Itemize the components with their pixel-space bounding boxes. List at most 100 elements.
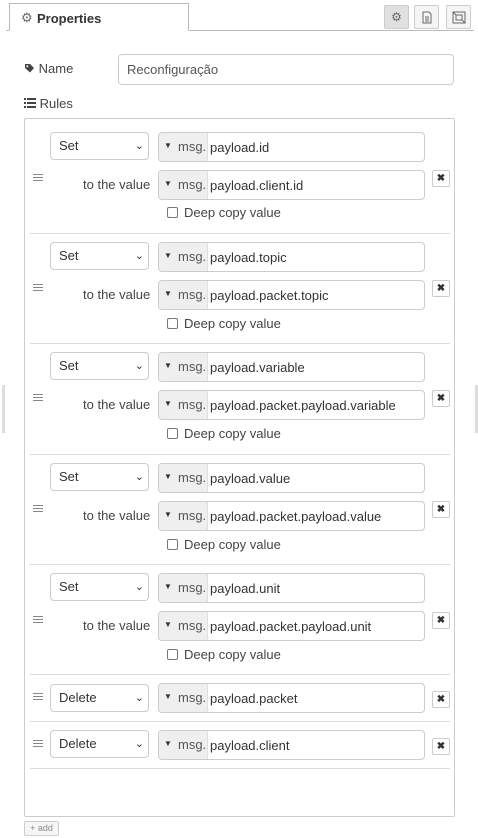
close-icon: ✖ — [436, 694, 446, 705]
deep-copy-label: Deep copy value — [184, 205, 281, 220]
drag-handle-icon[interactable] — [33, 394, 43, 403]
value-type-selector[interactable]: ▼ msg. — [159, 502, 208, 530]
deep-copy-option[interactable]: Deep copy value — [167, 647, 281, 662]
deep-copy-option[interactable]: Deep copy value — [167, 205, 281, 220]
deep-copy-checkbox[interactable] — [167, 649, 178, 660]
property-type-selector[interactable]: ▼ msg. — [159, 133, 208, 161]
deep-copy-label: Deep copy value — [184, 316, 281, 331]
remove-rule-button[interactable]: ✖ — [432, 691, 450, 708]
rule-action-select[interactable]: Set ⌄ — [50, 352, 149, 380]
chevron-down-icon: ⌄ — [134, 471, 144, 483]
node-description-button[interactable] — [414, 5, 439, 29]
close-icon: ✖ — [436, 741, 446, 752]
rule-action-value: Set — [59, 248, 79, 263]
drag-handle-icon[interactable] — [33, 505, 43, 514]
rule-action-select[interactable]: Delete ⌄ — [50, 684, 149, 712]
value-text: payload.packet.payload.unit — [210, 619, 372, 634]
rule-value-input[interactable]: ▼ msg. payload.packet.payload.unit — [158, 611, 425, 641]
deep-copy-checkbox[interactable] — [167, 539, 178, 550]
drag-handle-icon[interactable] — [33, 693, 43, 702]
property-type-selector[interactable]: ▼ msg. — [159, 464, 208, 492]
rule-value-input[interactable]: ▼ msg. payload.packet.payload.value — [158, 501, 425, 531]
remove-rule-button[interactable]: ✖ — [432, 280, 450, 297]
property-type-selector[interactable]: ▼ msg. — [159, 353, 208, 381]
value-prefix: msg. — [178, 618, 207, 633]
document-icon — [422, 11, 431, 24]
add-rule-button[interactable]: + add — [24, 821, 59, 836]
remove-rule-button[interactable]: ✖ — [432, 612, 450, 629]
rule-property-input[interactable]: ▼ msg. payload.client — [158, 730, 425, 760]
drag-handle-icon[interactable] — [33, 740, 43, 749]
value-type-selector[interactable]: ▼ msg. — [159, 612, 208, 640]
remove-rule-button[interactable]: ✖ — [432, 170, 450, 187]
property-type-selector[interactable]: ▼ msg. — [159, 731, 208, 759]
node-appearance-button[interactable] — [446, 5, 471, 29]
rule-action-value: Set — [59, 358, 79, 373]
rule-action-select[interactable]: Delete ⌄ — [50, 730, 149, 758]
property-value: payload.client — [210, 738, 290, 753]
chevron-down-icon: ⌄ — [134, 581, 144, 593]
deep-copy-checkbox[interactable] — [167, 428, 178, 439]
name-input[interactable]: Reconfiguração — [118, 54, 454, 85]
rule-property-input[interactable]: ▼ msg. payload.topic — [158, 242, 425, 272]
rule-property-input[interactable]: ▼ msg. payload.value — [158, 463, 425, 493]
caret-down-icon: ▼ — [164, 289, 172, 298]
close-icon: ✖ — [436, 173, 446, 184]
left-resize-handle[interactable] — [2, 385, 5, 433]
rule-property-input[interactable]: ▼ msg. payload.packet — [158, 683, 425, 713]
tag-icon — [25, 64, 34, 73]
rule-action-select[interactable]: Set ⌄ — [50, 242, 149, 270]
rule-action-select[interactable]: Set ⌄ — [50, 463, 149, 491]
rule-property-input[interactable]: ▼ msg. payload.id — [158, 132, 425, 162]
drag-handle-icon[interactable] — [33, 284, 43, 293]
deep-copy-checkbox[interactable] — [167, 207, 178, 218]
rule-property-input[interactable]: ▼ msg. payload.variable — [158, 352, 425, 382]
chevron-down-icon: ⌄ — [134, 738, 144, 750]
property-value: payload.unit — [210, 581, 281, 596]
rule-property-input[interactable]: ▼ msg. payload.unit — [158, 573, 425, 603]
value-type-selector[interactable]: ▼ msg. — [159, 281, 208, 309]
remove-rule-button[interactable]: ✖ — [432, 390, 450, 407]
rule-value-input[interactable]: ▼ msg. payload.packet.payload.variable — [158, 390, 425, 420]
property-value: payload.value — [210, 471, 291, 486]
value-text: payload.packet.topic — [210, 288, 329, 303]
node-settings-button[interactable]: ⚙ — [384, 5, 409, 29]
property-prefix: msg. — [178, 139, 207, 154]
remove-rule-button[interactable]: ✖ — [432, 738, 450, 755]
name-label: Name — [24, 61, 73, 76]
caret-down-icon: ▼ — [164, 179, 172, 188]
drag-handle-icon[interactable] — [33, 616, 43, 625]
rule-value-input[interactable]: ▼ msg. payload.client.id — [158, 170, 425, 200]
property-type-selector[interactable]: ▼ msg. — [159, 684, 208, 712]
caret-down-icon: ▼ — [164, 251, 172, 260]
rule-value-input[interactable]: ▼ msg. payload.packet.topic — [158, 280, 425, 310]
deep-copy-checkbox[interactable] — [167, 318, 178, 329]
plus-icon: + — [30, 823, 36, 833]
to-the-value-label: to the value — [83, 397, 151, 412]
property-value: payload.variable — [210, 360, 305, 375]
property-type-selector[interactable]: ▼ msg. — [159, 243, 208, 271]
value-type-selector[interactable]: ▼ msg. — [159, 391, 208, 419]
property-prefix: msg. — [178, 470, 207, 485]
property-type-selector[interactable]: ▼ msg. — [159, 574, 208, 602]
remove-rule-button[interactable]: ✖ — [432, 501, 450, 518]
drag-handle-icon[interactable] — [33, 174, 43, 183]
value-text: payload.packet.payload.value — [210, 509, 382, 524]
property-prefix: msg. — [178, 249, 207, 264]
rule-item: Delete ⌄ ▼ msg. payload.packet ✖ — [30, 675, 450, 722]
caret-down-icon: ▼ — [164, 620, 172, 629]
chevron-down-icon: ⌄ — [134, 692, 144, 704]
value-prefix: msg. — [178, 287, 207, 302]
list-icon — [24, 98, 36, 108]
caret-down-icon: ▼ — [164, 692, 172, 701]
rule-action-select[interactable]: Set ⌄ — [50, 573, 149, 601]
deep-copy-option[interactable]: Deep copy value — [167, 426, 281, 441]
to-the-value-label: to the value — [83, 177, 151, 192]
rule-item: Set ⌄ ▼ msg. payload.unit to the value ▼ m… — [30, 565, 450, 675]
deep-copy-option[interactable]: Deep copy value — [167, 537, 281, 552]
value-type-selector[interactable]: ▼ msg. — [159, 171, 208, 199]
to-the-value-label: to the value — [83, 508, 151, 523]
tab-properties[interactable]: ⚙ Properties — [9, 3, 189, 31]
rule-action-select[interactable]: Set ⌄ — [50, 132, 149, 160]
deep-copy-option[interactable]: Deep copy value — [167, 316, 281, 331]
